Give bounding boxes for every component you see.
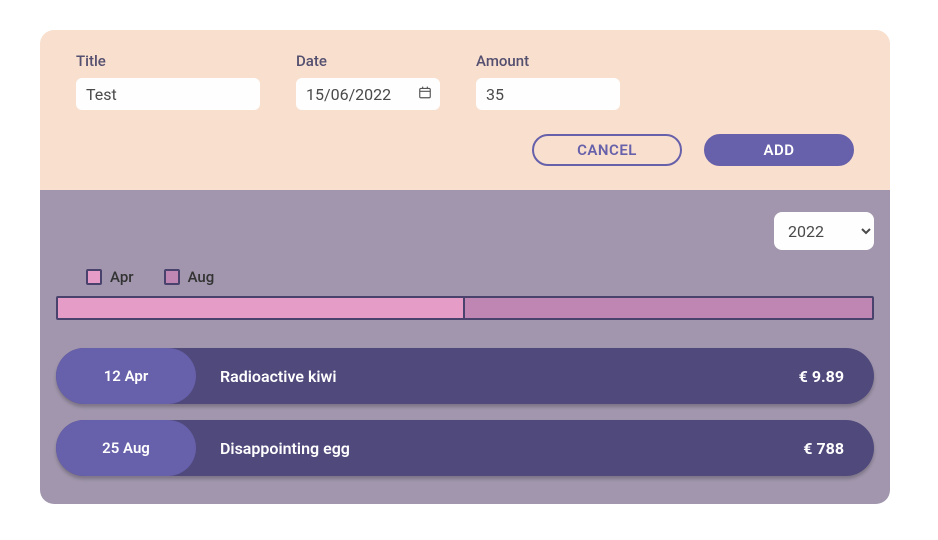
expense-amount: € 9.89 bbox=[799, 367, 844, 386]
legend-swatch-aug bbox=[164, 269, 180, 285]
add-button[interactable]: ADD bbox=[704, 134, 854, 166]
amount-label: Amount bbox=[476, 52, 620, 70]
expense-date-pill: 12 Apr bbox=[56, 348, 196, 404]
expense-row[interactable]: 12 Apr Radioactive kiwi € 9.89 bbox=[56, 348, 874, 404]
date-label: Date bbox=[296, 52, 440, 70]
date-input-wrap bbox=[296, 78, 440, 110]
expense-title: Disappointing egg bbox=[196, 439, 803, 458]
legend-label-apr: Apr bbox=[110, 268, 134, 286]
expense-date-pill: 25 Aug bbox=[56, 420, 196, 476]
title-field-group: Title bbox=[76, 52, 260, 110]
expense-title: Radioactive kiwi bbox=[196, 367, 799, 386]
form-panel: Title Date bbox=[40, 30, 890, 190]
title-label: Title bbox=[76, 52, 260, 70]
expense-amount: € 788 bbox=[803, 439, 844, 458]
chart-legend: Apr Aug bbox=[56, 268, 874, 286]
year-select[interactable]: 2022 bbox=[774, 212, 874, 250]
cancel-button[interactable]: CANCEL bbox=[532, 134, 682, 166]
body-panel: 2022 Apr Aug 12 Apr Radioactive kiwi € bbox=[40, 190, 890, 504]
expense-row[interactable]: 25 Aug Disappointing egg € 788 bbox=[56, 420, 874, 476]
legend-item-apr: Apr bbox=[86, 268, 134, 286]
bar-segment-aug bbox=[465, 298, 872, 318]
legend-label-aug: Aug bbox=[188, 268, 215, 286]
legend-item-aug: Aug bbox=[164, 268, 215, 286]
bar-chart bbox=[56, 296, 874, 320]
title-input[interactable] bbox=[76, 78, 260, 110]
expense-list: 12 Apr Radioactive kiwi € 9.89 25 Aug Di… bbox=[56, 348, 874, 476]
amount-field-group: Amount bbox=[476, 52, 620, 110]
date-field-group: Date bbox=[296, 52, 440, 110]
amount-input[interactable] bbox=[476, 78, 620, 110]
form-actions: CANCEL ADD bbox=[76, 134, 854, 166]
date-input[interactable] bbox=[296, 78, 440, 110]
bar-segment-apr bbox=[58, 298, 465, 318]
form-fields: Title Date bbox=[76, 52, 854, 110]
year-filter-row: 2022 bbox=[56, 212, 874, 250]
app-container: Title Date bbox=[40, 30, 890, 504]
legend-swatch-apr bbox=[86, 269, 102, 285]
